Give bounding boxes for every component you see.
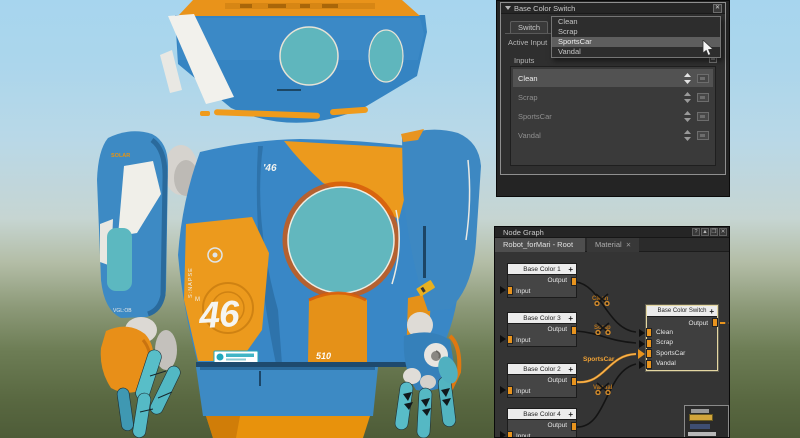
switch-input-sportscar[interactable]: SportsCar <box>638 349 717 359</box>
stream-swap-icon[interactable] <box>684 111 691 122</box>
dropdown-option-clean[interactable]: Clean <box>552 17 720 27</box>
output-port[interactable] <box>571 326 577 335</box>
node-graph-minimap[interactable] <box>684 405 729 437</box>
input-arrow <box>639 329 645 337</box>
scissors-icon <box>594 293 610 306</box>
panel-title-bar[interactable]: Base Color Switch ✕ <box>501 3 725 14</box>
node-base-color-switch[interactable]: Base Color Switch + Output Clean Scrap S… <box>638 305 729 371</box>
scissors-icon <box>595 322 611 335</box>
input-port[interactable] <box>507 335 513 344</box>
node-base-color-2[interactable]: Base Color 2 + Output Input <box>500 363 577 398</box>
dropdown-option-sportscar[interactable]: SportsCar <box>552 37 720 47</box>
panel-title: Base Color Switch <box>514 4 576 13</box>
node-graph-canvas[interactable]: Clean Scrap SportsCar Vandal Base Color … <box>495 252 729 437</box>
mouse-cursor <box>702 40 714 56</box>
wire-label-sportscar[interactable]: SportsCar <box>583 356 614 363</box>
input-port[interactable] <box>646 349 652 358</box>
stream-swap-icon[interactable] <box>684 130 691 141</box>
add-port-button[interactable]: + <box>568 364 573 375</box>
minimap-node-bar <box>690 424 710 429</box>
swatch-button[interactable] <box>697 74 709 83</box>
active-input-label: Active Input <box>508 38 548 47</box>
node-base-color-1[interactable]: Base Color 1 + Output Input <box>500 263 577 298</box>
input-port[interactable] <box>646 338 652 348</box>
minimap-node-bar <box>689 414 713 421</box>
inputs-label: Inputs <box>514 56 535 65</box>
switch-input-vandal[interactable]: Vandal <box>639 359 717 370</box>
torso-sticker <box>213 350 259 364</box>
stream-swap-icon[interactable] <box>684 92 691 103</box>
swatch-button[interactable] <box>697 93 709 102</box>
switch-input-clean[interactable]: Clean <box>639 328 717 339</box>
input-port[interactable] <box>507 431 513 437</box>
collapse-triangle-icon[interactable] <box>505 6 511 10</box>
input-port[interactable] <box>507 386 513 395</box>
input-row-scrap[interactable]: Scrap <box>513 88 713 106</box>
input-arrow <box>500 386 506 394</box>
output-port[interactable] <box>712 318 718 327</box>
base-color-switch-panel: Base Color Switch ✕ Switch Active Input … <box>496 0 730 197</box>
node-graph-title-bar[interactable]: Node Graph ? ▲ ❐ ✕ <box>495 227 729 238</box>
swatch-button[interactable] <box>697 112 709 121</box>
dropdown-option-vandal[interactable]: Vandal <box>552 47 720 57</box>
add-port-button[interactable]: + <box>568 313 573 324</box>
input-arrow <box>639 339 645 348</box>
active-input-dropdown: Clean Scrap SportsCar Vandal <box>551 16 721 58</box>
tab-material[interactable]: Material ✕ <box>587 238 640 253</box>
input-row-sportscar[interactable]: SportsCar <box>513 107 713 125</box>
tab-close-icon[interactable]: ✕ <box>626 239 631 253</box>
decal-small-46: '46 <box>263 163 277 174</box>
pin-icon[interactable]: ▲ <box>701 228 709 236</box>
switch-input-scrap[interactable]: Scrap <box>639 338 717 349</box>
add-port-button[interactable]: + <box>568 264 573 275</box>
input-arrow <box>500 431 506 437</box>
help-icon[interactable]: ? <box>692 228 700 236</box>
switch-output-row: Output <box>647 317 729 328</box>
input-arrow <box>500 335 506 343</box>
decal-arm-code: VGL:OB <box>113 308 132 314</box>
decal-solar: SOLAR <box>111 153 130 159</box>
minimap-node-bar <box>691 409 709 413</box>
node-base-color-3[interactable]: Base Color 3 + Output Input <box>500 312 577 347</box>
output-port[interactable] <box>571 377 577 386</box>
pending-output-connection <box>720 322 729 324</box>
input-port[interactable] <box>646 328 652 337</box>
decal-side-text: S:NAPSE <box>188 267 194 298</box>
add-port-button[interactable]: + <box>568 409 573 420</box>
active-input-arrow <box>638 349 645 359</box>
node-graph-panel: Node Graph ? ▲ ❐ ✕ Robot_forMari - Root … <box>494 226 730 438</box>
stream-swap-icon[interactable] <box>684 73 691 84</box>
node-base-color-4[interactable]: Base Color 4 + Output Input <box>500 408 577 437</box>
inputs-list: Clean Scrap SportsCar Vandal <box>510 66 716 166</box>
input-port[interactable] <box>646 359 652 369</box>
decal-510: 510 <box>316 351 331 361</box>
node-graph-tabs: Robot_forMari - Root Material ✕ <box>495 238 729 252</box>
panel-close-button[interactable]: ✕ <box>713 4 722 13</box>
add-port-button[interactable]: + <box>709 306 714 317</box>
input-arrow <box>500 286 506 294</box>
close-icon[interactable]: ✕ <box>719 228 727 236</box>
input-row-clean[interactable]: Clean <box>513 69 713 87</box>
input-arrow <box>639 360 645 369</box>
minimap-node-bar <box>688 432 716 436</box>
input-row-vandal[interactable]: Vandal <box>513 126 713 144</box>
output-port[interactable] <box>571 422 577 431</box>
input-port[interactable] <box>507 286 513 295</box>
swatch-button[interactable] <box>697 131 709 140</box>
output-port[interactable] <box>571 277 577 286</box>
robot-head <box>160 0 427 123</box>
dropdown-option-scrap[interactable]: Scrap <box>552 27 720 37</box>
float-icon[interactable]: ❐ <box>710 228 718 236</box>
mari-application-window: '46 M 46 510 S:NAPSE SOLAR VGL:OB Base C… <box>0 0 800 438</box>
node-graph-title: Node Graph <box>503 228 544 237</box>
decal-big-46: 46 <box>197 293 241 336</box>
tab-root-graph[interactable]: Robot_forMari - Root <box>495 238 585 252</box>
scissors-icon <box>595 382 611 395</box>
base-color-switch-panel-body: Base Color Switch ✕ Switch Active Input … <box>500 2 726 175</box>
